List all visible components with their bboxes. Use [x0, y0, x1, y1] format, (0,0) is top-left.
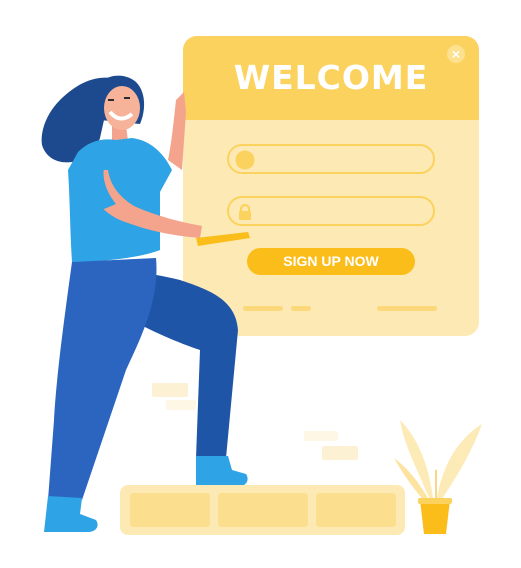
potted-plant [394, 420, 482, 534]
illustration-scene: WELCOME × SIGN UP NOW [0, 0, 521, 568]
